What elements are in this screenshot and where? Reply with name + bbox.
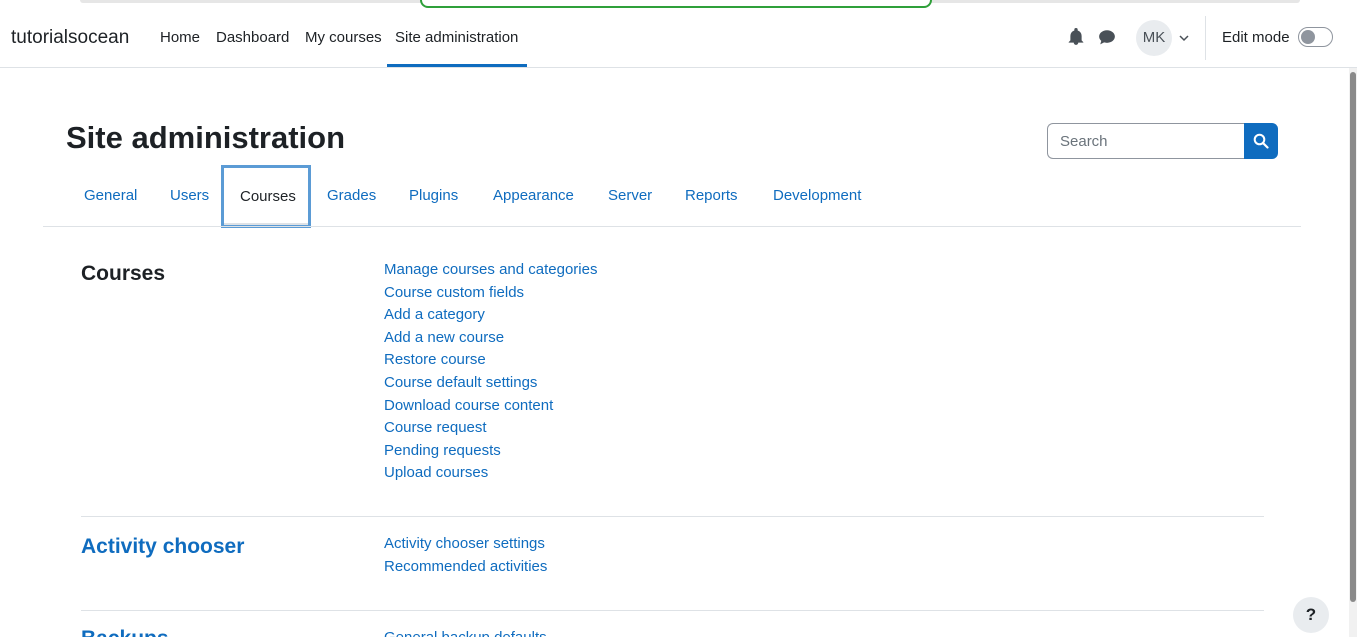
tab-plugins[interactable]: Plugins xyxy=(409,187,458,204)
nav-item-dashboard[interactable]: Dashboard xyxy=(216,29,289,46)
section-title-activity-chooser[interactable]: Activity chooser xyxy=(81,535,244,559)
link-add-a-new-course[interactable]: Add a new course xyxy=(384,327,597,350)
tab-grades[interactable]: Grades xyxy=(327,187,376,204)
tab-appearance[interactable]: Appearance xyxy=(493,187,574,204)
link-recommended-activities[interactable]: Recommended activities xyxy=(384,556,547,579)
section-title-backups[interactable]: Backups xyxy=(81,627,169,637)
nav-item-home[interactable]: Home xyxy=(160,29,200,46)
tab-users[interactable]: Users xyxy=(170,187,209,204)
scrollbar-thumb[interactable] xyxy=(1350,72,1356,602)
link-add-a-category[interactable]: Add a category xyxy=(384,304,597,327)
link-activity-chooser-settings[interactable]: Activity chooser settings xyxy=(384,533,547,556)
section-divider xyxy=(81,610,1264,611)
tab-courses[interactable]: Courses xyxy=(221,165,311,228)
nav-item-site-administration[interactable]: Site administration xyxy=(395,29,518,46)
tab-reports[interactable]: Reports xyxy=(685,187,738,204)
search-button[interactable] xyxy=(1244,123,1278,159)
top-navbar: tutorialsocean Home Dashboard My courses… xyxy=(0,8,1357,68)
link-restore-course[interactable]: Restore course xyxy=(384,349,597,372)
link-upload-courses[interactable]: Upload courses xyxy=(384,462,597,485)
tab-courses-label: Courses xyxy=(240,188,296,205)
bell-icon[interactable] xyxy=(1067,28,1085,46)
link-general-backup-defaults[interactable]: General backup defaults xyxy=(384,627,547,637)
section-divider xyxy=(81,516,1264,517)
search-input[interactable] xyxy=(1047,123,1245,159)
address-bar-focus[interactable] xyxy=(420,0,932,8)
toggle-knob xyxy=(1301,30,1315,44)
user-avatar[interactable]: MK xyxy=(1136,20,1172,56)
edit-mode-label: Edit mode xyxy=(1222,29,1290,46)
chevron-down-icon[interactable] xyxy=(1178,32,1190,44)
nav-item-my-courses[interactable]: My courses xyxy=(305,29,382,46)
link-download-course-content[interactable]: Download course content xyxy=(384,395,597,418)
link-course-default-settings[interactable]: Course default settings xyxy=(384,372,597,395)
nav-active-indicator xyxy=(387,64,527,67)
tab-general[interactable]: General xyxy=(84,187,137,204)
section-links-backups: General backup defaults xyxy=(384,627,547,637)
search-icon xyxy=(1253,133,1269,149)
browser-top-strip xyxy=(0,0,1357,8)
chat-icon[interactable] xyxy=(1098,28,1116,46)
edit-mode-toggle[interactable] xyxy=(1298,27,1333,47)
site-brand[interactable]: tutorialsocean xyxy=(11,27,129,49)
section-links-courses: Manage courses and categories Course cus… xyxy=(384,259,597,485)
tabs-divider xyxy=(43,226,1301,227)
section-title-courses: Courses xyxy=(81,262,166,285)
help-button[interactable]: ? xyxy=(1293,597,1329,633)
tab-server[interactable]: Server xyxy=(608,187,652,204)
tab-development[interactable]: Development xyxy=(773,187,861,204)
link-course-custom-fields[interactable]: Course custom fields xyxy=(384,282,597,305)
link-pending-requests[interactable]: Pending requests xyxy=(384,440,597,463)
link-manage-courses-and-categories[interactable]: Manage courses and categories xyxy=(384,259,597,282)
page-scrollbar[interactable] xyxy=(1349,68,1357,637)
section-links-activity-chooser: Activity chooser settings Recommended ac… xyxy=(384,533,547,578)
nav-divider xyxy=(1205,16,1206,60)
link-course-request[interactable]: Course request xyxy=(384,417,597,440)
page-title: Site administration xyxy=(66,120,346,155)
